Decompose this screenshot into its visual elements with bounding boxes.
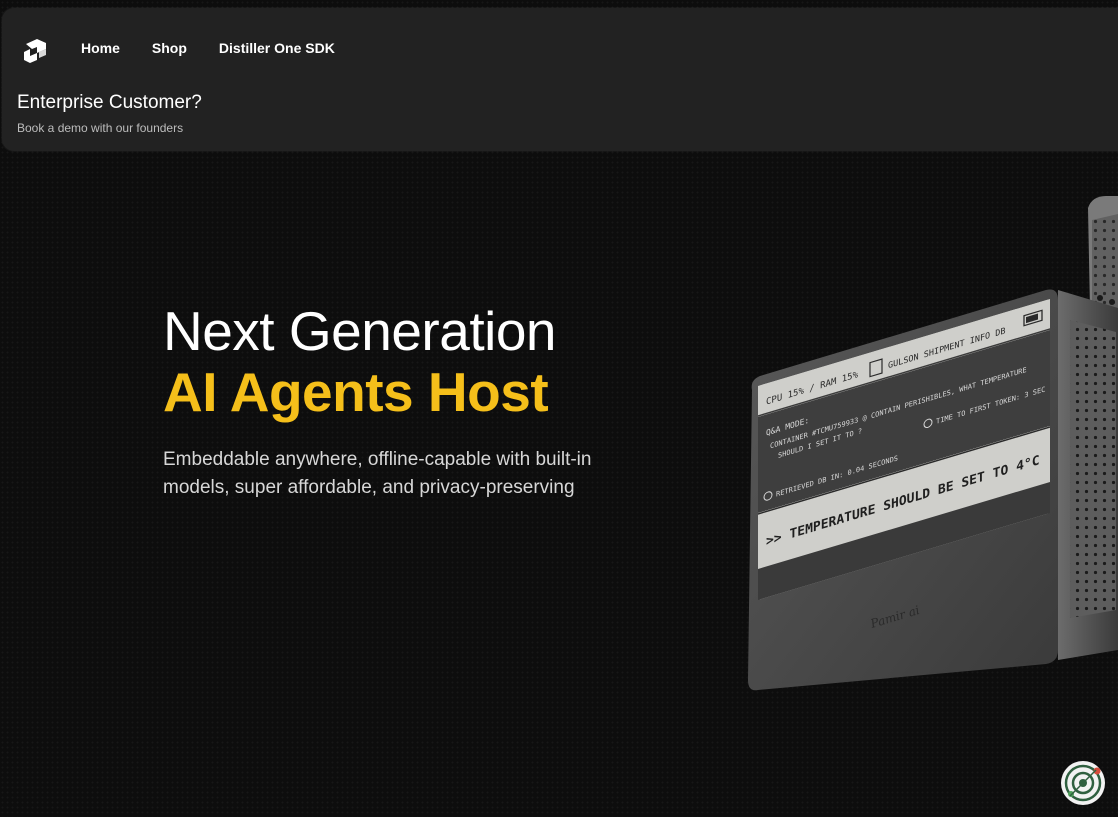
promo-title: Enterprise Customer? bbox=[17, 92, 202, 113]
nav-shop[interactable]: Shop bbox=[152, 39, 187, 57]
nav-home[interactable]: Home bbox=[81, 39, 120, 57]
promo-subtitle: Book a demo with our founders bbox=[17, 121, 184, 135]
hero-section: Next Generation AI Agents Host Embeddabl… bbox=[163, 300, 623, 502]
main-nav: Home Shop Distiller One SDK bbox=[81, 39, 367, 57]
hero-heading-line2: AI Agents Host bbox=[163, 361, 549, 423]
hero-description: Embeddable anywhere, offline-capable wit… bbox=[163, 449, 592, 498]
hero-heading-line1: Next Generation bbox=[163, 300, 557, 362]
enterprise-promo-link[interactable]: Enterprise Customer? Book a demo with ou… bbox=[17, 91, 202, 136]
top-navigation-bar: Home Shop Distiller One SDK Enterprise C… bbox=[2, 8, 1118, 151]
distiller-logo-icon[interactable] bbox=[20, 35, 50, 65]
orbit-assistant-icon[interactable] bbox=[1058, 758, 1108, 808]
nav-distiller-one-sdk[interactable]: Distiller One SDK bbox=[219, 39, 335, 57]
device-svg: CPU 15% / RAM 15% GULSON SHIPMENT INFO D… bbox=[748, 196, 1118, 691]
device-illustration: CPU 15% / RAM 15% GULSON SHIPMENT INFO D… bbox=[740, 190, 1118, 700]
